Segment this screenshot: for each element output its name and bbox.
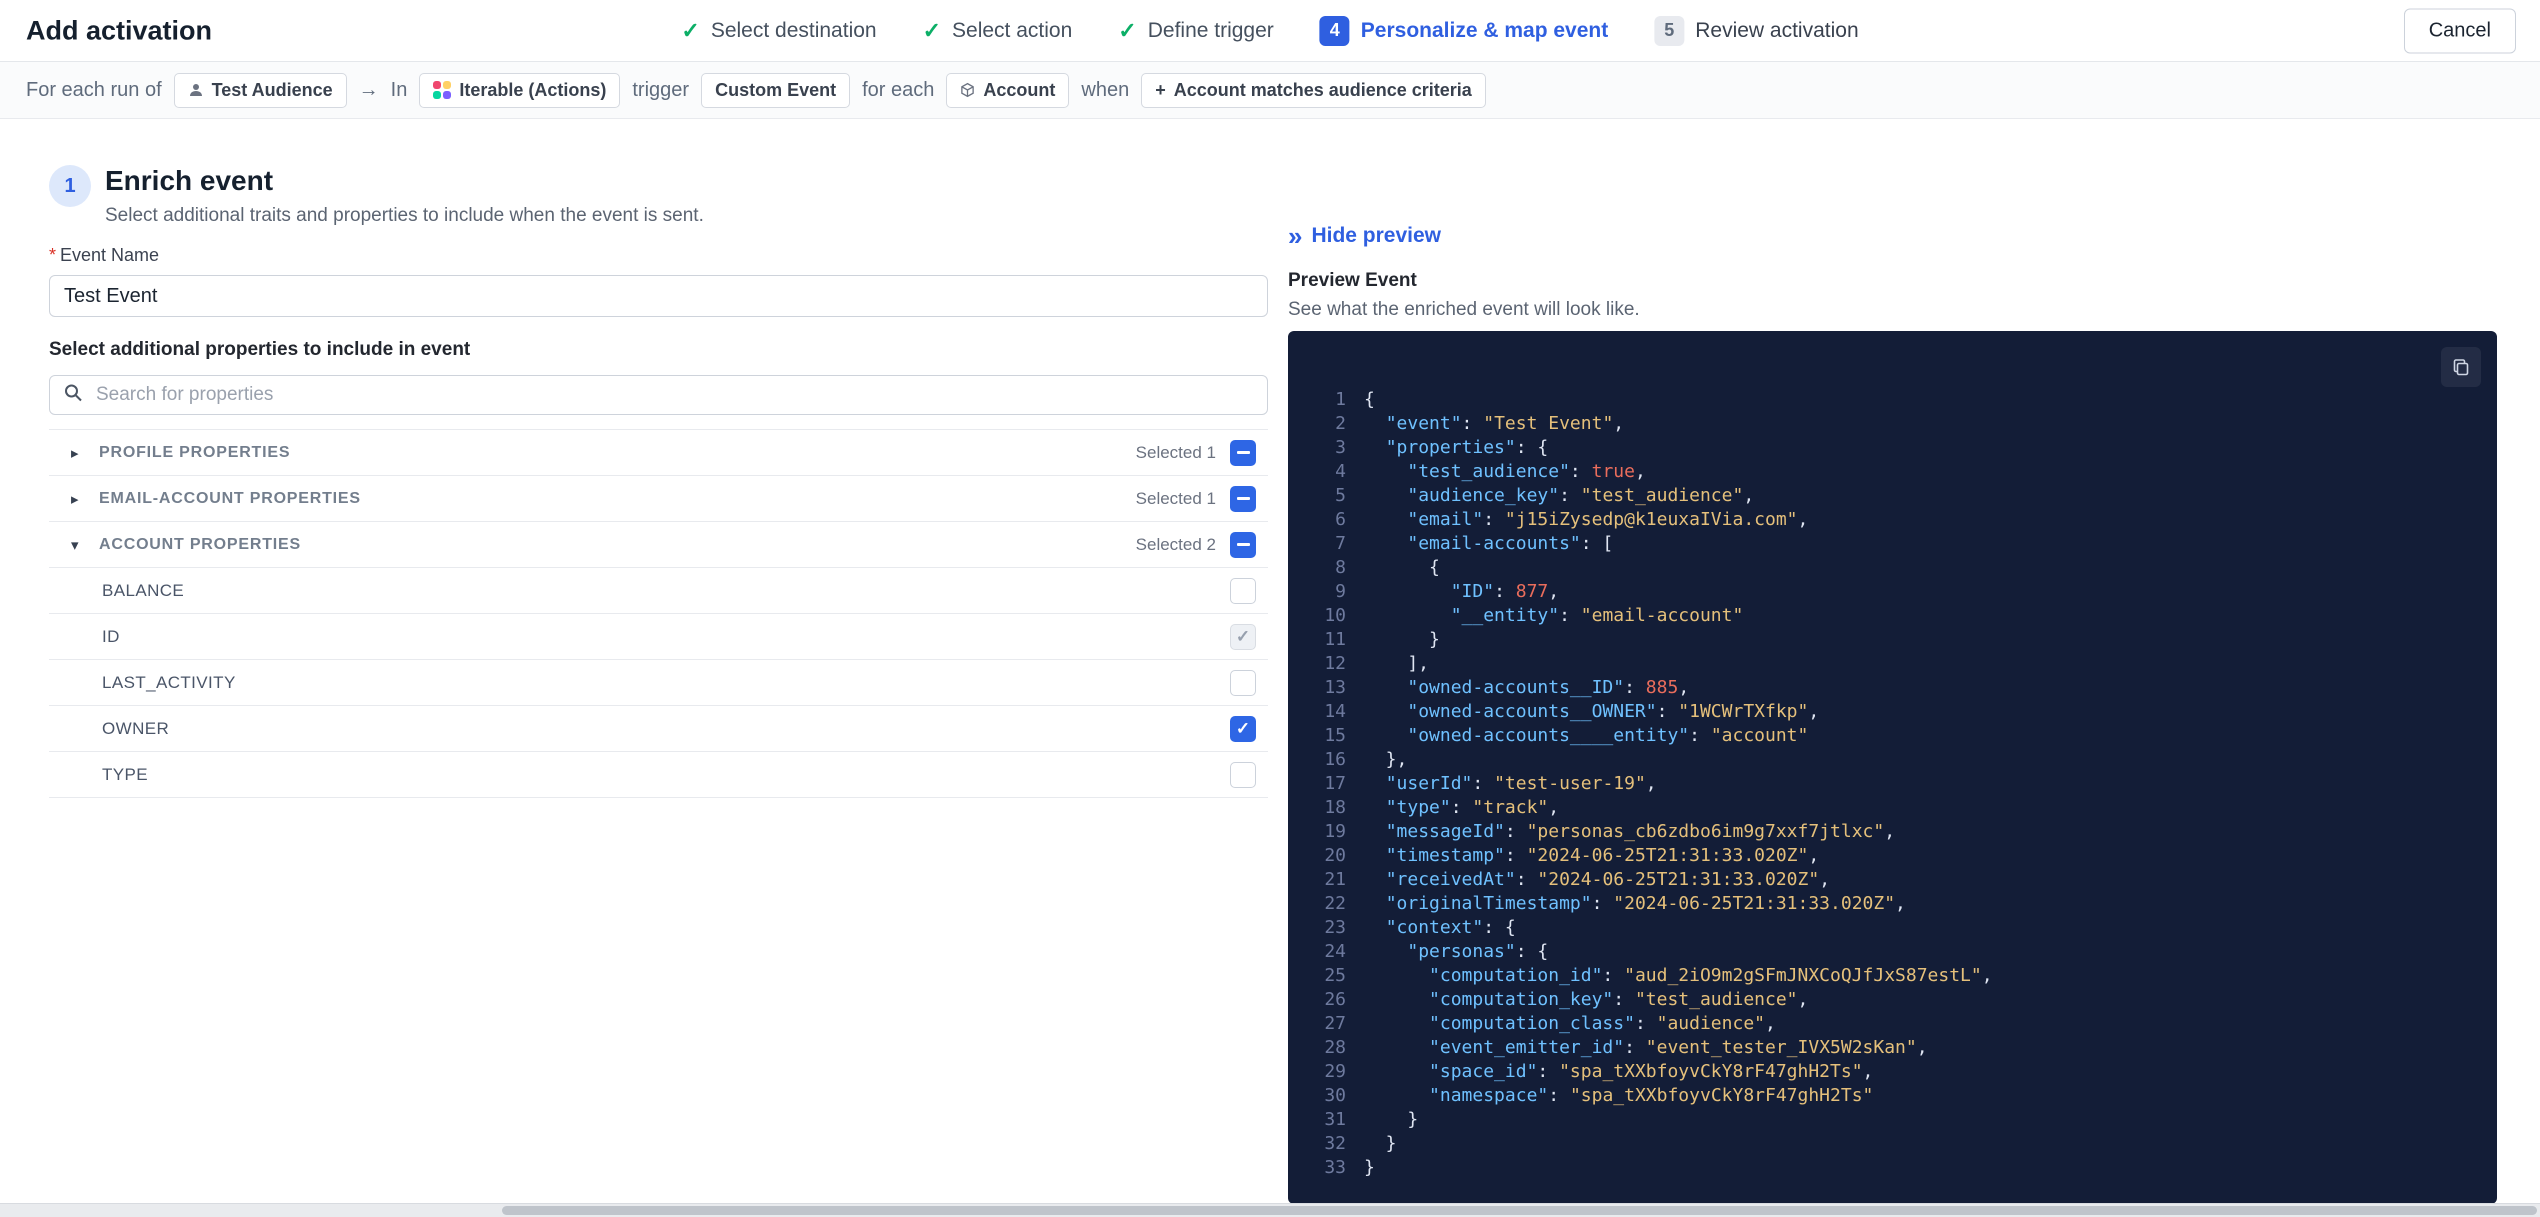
trigger-text: trigger [632,78,690,101]
step-select-destination[interactable]: ✓ Select destination [681,19,876,43]
property-search [49,375,1268,415]
checkbox-unchecked[interactable] [1230,669,1256,696]
selected-count: Selected 1 [1135,442,1216,462]
step-label: Select destination [710,18,877,42]
property-row-last-activity: LAST_ACTIVITY [49,660,1268,706]
check-icon: ✓ [681,17,700,43]
destination-chip-label: Iterable (Actions) [459,79,607,100]
properties-section-label: Select additional properties to include … [49,339,471,360]
section-step-number: 1 [49,165,91,207]
main-content: 1 Enrich event Select additional traits … [0,119,2540,1204]
event-type-chip[interactable]: Custom Event [701,72,851,108]
step-label: Define trigger [1147,18,1274,42]
chevron-right-icon: ▸ [71,490,79,508]
entity-chip[interactable]: Account [946,72,1070,108]
chevron-right-icon: ▸ [71,444,79,462]
step-label: Review activation [1695,18,1859,42]
group-email-account-properties[interactable]: ▸ EMAIL-ACCOUNT PROPERTIES Selected 1 [49,476,1268,522]
property-row-id: ID ✓ [49,614,1268,660]
step-select-action[interactable]: ✓ Select action [923,19,1073,43]
double-chevron-icon: » [1288,221,1303,251]
event-chip-label: Custom Event [715,79,837,100]
event-name-input[interactable] [49,275,1268,317]
json-preview-panel: 1{2 "event": "Test Event", 3 "properties"… [1288,331,2497,1204]
code-lines: 1{2 "event": "Test Event", 3 "properties"… [1324,389,1993,1178]
step-review-activation[interactable]: 5 Review activation [1654,15,1859,46]
property-row-owner: OWNER ✓ [49,706,1268,752]
group-checkbox-indeterminate[interactable] [1230,531,1256,558]
properties-accordion: ▸ PROFILE PROPERTIES Selected 1 ▸ EMAIL-… [49,429,1268,798]
destination-chip[interactable]: Iterable (Actions) [419,72,621,108]
step-number-badge: 5 [1654,15,1685,46]
condition-chip-label: Account matches audience criteria [1173,79,1472,100]
checkbox-checked-disabled[interactable]: ✓ [1230,623,1256,650]
property-row-balance: BALANCE [49,568,1268,614]
group-checkbox-indeterminate[interactable] [1230,439,1256,466]
plus-icon: + [1155,79,1166,100]
preview-subtitle: See what the enriched event will look li… [1288,299,1640,320]
group-checkbox-indeterminate[interactable] [1230,485,1256,512]
checkbox-unchecked[interactable] [1230,577,1256,604]
required-marker: * [49,245,57,265]
chevron-down-icon: ▾ [71,536,79,554]
property-row-type: TYPE [49,752,1268,798]
copy-button[interactable] [2441,347,2481,387]
checkbox-unchecked[interactable] [1230,761,1256,788]
entity-chip-label: Account [983,79,1056,100]
step-number-badge: 4 [1319,15,1350,46]
search-input[interactable] [49,375,1268,415]
step-personalize-map-event[interactable]: 4 Personalize & map event [1319,15,1609,46]
horizontal-scrollbar-track[interactable] [0,1203,2540,1217]
when-text: when [1081,78,1130,101]
enrich-header: 1 Enrich event Select additional traits … [49,165,1268,227]
hide-preview-link[interactable]: » Hide preview [1288,223,1441,249]
account-cube-icon [960,82,975,98]
cancel-button[interactable]: Cancel [2403,8,2516,53]
top-bar: Add activation ✓ Select destination ✓ Se… [0,0,2540,62]
condition-chip[interactable]: + Account matches audience criteria [1141,72,1486,108]
in-text: In [390,78,408,101]
preview-section: » Hide preview Preview Event See what th… [1288,165,2497,1204]
iterable-logo-icon [433,81,452,99]
preview-title: Preview Event [1288,270,1417,291]
checkbox-checked[interactable]: ✓ [1230,715,1256,742]
check-icon: ✓ [922,17,942,43]
trigger-prefix-text: For each run of [26,78,162,101]
group-account-properties[interactable]: ▾ ACCOUNT PROPERTIES Selected 2 [49,522,1268,568]
section-subtitle: Select additional traits and properties … [105,205,704,226]
step-label: Personalize & map event [1360,18,1609,42]
trigger-summary-bar: For each run of Test Audience → In Itera… [0,62,2540,119]
event-name-label: * Event Name [49,245,160,265]
audience-icon [188,82,204,98]
selected-count: Selected 2 [1135,534,1216,554]
enrich-event-section: 1 Enrich event Select additional traits … [49,165,1268,1203]
step-define-trigger[interactable]: ✓ Define trigger [1118,19,1274,43]
audience-chip[interactable]: Test Audience [173,72,347,108]
group-profile-properties[interactable]: ▸ PROFILE PROPERTIES Selected 1 [49,430,1268,476]
search-icon [63,383,83,408]
check-icon: ✓ [1118,17,1137,43]
horizontal-scrollbar-thumb[interactable] [502,1206,2537,1215]
audience-chip-label: Test Audience [211,79,333,100]
page-title: Add activation [26,15,213,45]
wizard-steps: ✓ Select destination ✓ Select action ✓ D… [681,15,1859,46]
step-label: Select action [952,18,1073,42]
selected-count: Selected 1 [1135,488,1216,508]
section-title: Enrich event [105,165,274,196]
for-each-text: for each [862,78,935,101]
arrow-icon: → [358,78,379,101]
